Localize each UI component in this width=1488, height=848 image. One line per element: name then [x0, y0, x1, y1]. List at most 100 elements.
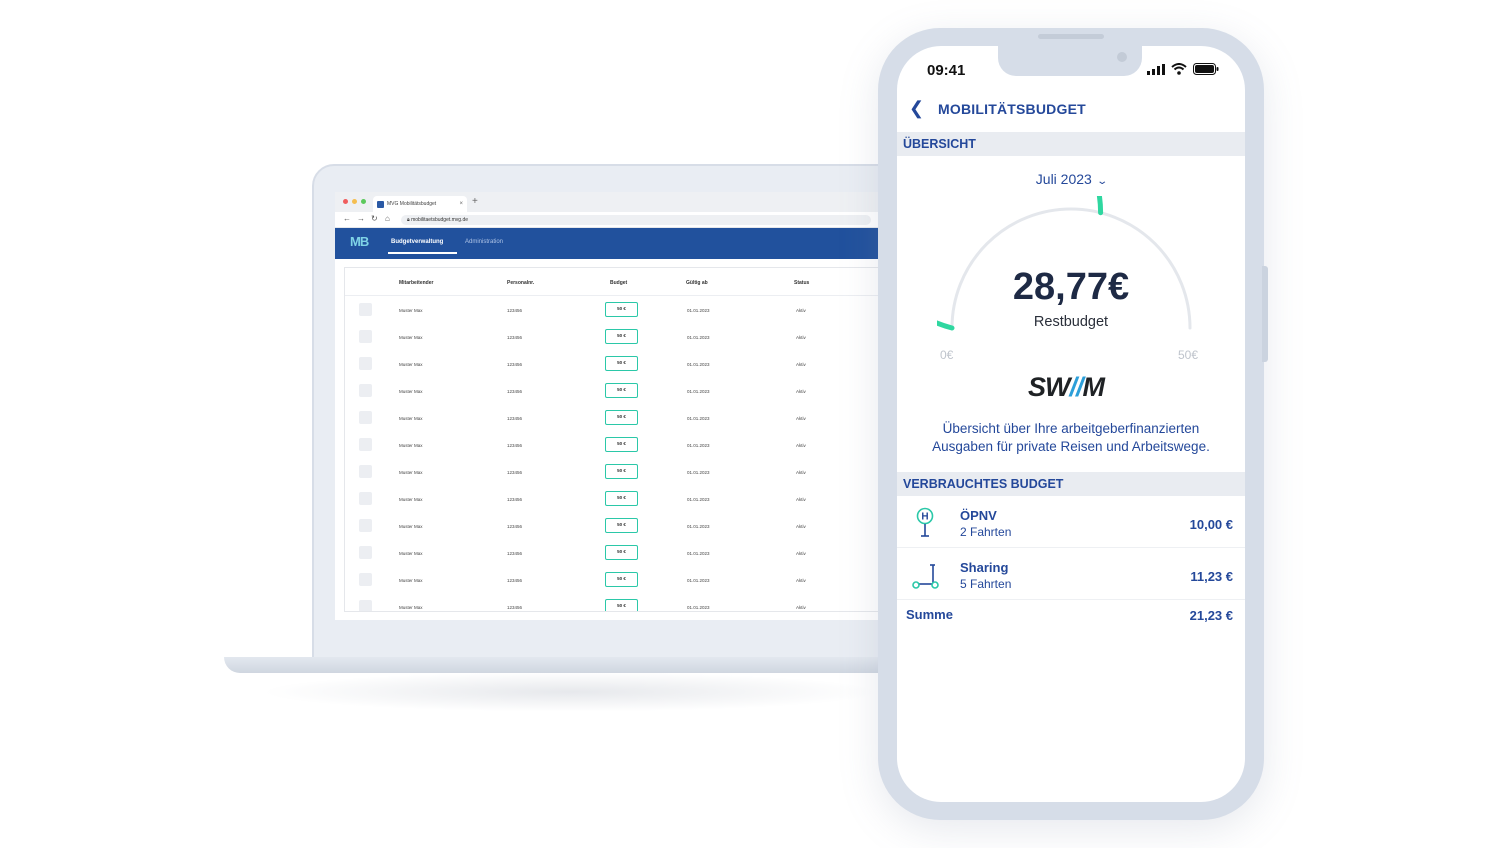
cell-gueltig-ab: 01.01.2023 [687, 389, 710, 394]
cell-personalnr: 123456 [507, 497, 523, 502]
home-icon[interactable]: ⌂ [385, 214, 390, 223]
new-tab-button[interactable]: + [472, 196, 478, 207]
budget-badge[interactable]: 50 € [605, 302, 638, 317]
budget-badge[interactable]: 50 € [605, 356, 638, 371]
cell-gueltig-ab: 01.01.2023 [687, 335, 710, 340]
budget-badge[interactable]: 50 € [605, 572, 638, 587]
row-checkbox[interactable] [359, 600, 372, 611]
cell-personalnr: 123456 [507, 335, 523, 340]
mb-logo: MB [350, 234, 369, 249]
tab-budgetverwaltung[interactable]: Budgetverwaltung [391, 239, 443, 245]
lock-icon: 🔒︎ [407, 217, 410, 223]
cell-personalnr: 123456 [507, 362, 523, 367]
row-checkbox[interactable] [359, 411, 372, 424]
budget-badge[interactable]: 50 € [605, 518, 638, 533]
app-header: MB Budgetverwaltung Administration [335, 228, 880, 259]
cell-personalnr: 123456 [507, 308, 523, 313]
phone-side-button [1262, 266, 1268, 362]
phone-speaker [1038, 34, 1104, 39]
reload-icon[interactable]: ↻ [371, 214, 378, 223]
remaining-budget-label: Restbudget [1033, 314, 1109, 330]
tab-administration[interactable]: Administration [465, 239, 503, 245]
spent-budget-heading: VERBRAUCHTES BUDGET [897, 472, 1245, 496]
budget-badge[interactable]: 50 € [605, 437, 638, 452]
table-row[interactable]: Muster Max 123456 01.01.2023 Aktiv 50 € [345, 323, 879, 350]
list-item-sharing[interactable]: Sharing 5 Fahrten 11,23 € [897, 548, 1245, 600]
table-row[interactable]: Muster Max 123456 01.01.2023 Aktiv 50 € [345, 458, 879, 485]
cell-personalnr: 123456 [507, 470, 523, 475]
back-arrow-icon[interactable]: ← [343, 214, 351, 223]
table-row[interactable]: Muster Max 123456 01.01.2023 Aktiv 50 € [345, 431, 879, 458]
cell-mitarbeitender: Muster Max [399, 551, 423, 556]
item-trips: 5 Fahrten [960, 577, 1012, 591]
column-header-gueltig-ab[interactable]: Gültig ab [686, 280, 708, 286]
item-trips: 2 Fahrten [960, 525, 1012, 539]
cell-status: Aktiv [796, 605, 806, 610]
back-chevron-icon[interactable]: ❮ [909, 98, 924, 119]
swm-logo: SW//M [1028, 372, 1105, 403]
gauge-min-label: 0€ [940, 348, 954, 362]
budget-badge[interactable]: 50 € [605, 464, 638, 479]
status-icons [1147, 63, 1219, 75]
row-checkbox[interactable] [359, 573, 372, 586]
table-row[interactable]: Muster Max 123456 01.01.2023 Aktiv 50 € [345, 566, 879, 593]
window-close-dot[interactable] [343, 199, 348, 204]
row-checkbox[interactable] [359, 357, 372, 370]
budget-badge[interactable]: 50 € [605, 491, 638, 506]
table-row[interactable]: Muster Max 123456 01.01.2023 Aktiv 50 € [345, 377, 879, 404]
table-row[interactable]: Muster Max 123456 01.01.2023 Aktiv 50 € [345, 350, 879, 377]
overview-description: Übersicht über Ihre arbeitgeberfinanzier… [932, 421, 1210, 454]
phone-screen: 09:41 ❮ MOBILITÄTSBUDGET ÜBERSICHT Juli … [897, 46, 1245, 802]
cell-mitarbeitender: Muster Max [399, 524, 423, 529]
column-header-mitarbeitender[interactable]: Mitarbeitender [399, 280, 433, 286]
table-row[interactable]: Muster Max 123456 01.01.2023 Aktiv 50 € [345, 539, 879, 566]
browser-tab[interactable]: MVG Mobilitätsbudget × [373, 196, 467, 212]
row-checkbox[interactable] [359, 384, 372, 397]
cell-gueltig-ab: 01.01.2023 [687, 443, 710, 448]
month-selector[interactable]: Juli 2023 ⌄ [897, 171, 1245, 187]
browser-tab-title: MVG Mobilitätsbudget [387, 201, 437, 207]
row-checkbox[interactable] [359, 546, 372, 559]
sum-amount: 21,23 € [1189, 608, 1233, 623]
column-header-budget[interactable]: Budget [610, 280, 627, 286]
row-checkbox[interactable] [359, 465, 372, 478]
column-header-personalnr[interactable]: Personalnr. [507, 280, 534, 286]
budget-badge[interactable]: 50 € [605, 383, 638, 398]
table-row[interactable]: Muster Max 123456 01.01.2023 Aktiv 50 € [345, 296, 879, 323]
forward-arrow-icon[interactable]: → [357, 214, 365, 223]
cell-gueltig-ab: 01.01.2023 [687, 578, 710, 583]
table-row[interactable]: Muster Max 123456 01.01.2023 Aktiv 50 € [345, 593, 879, 611]
budget-badge[interactable]: 50 € [605, 545, 638, 560]
cell-gueltig-ab: 01.01.2023 [687, 416, 710, 421]
cell-personalnr: 123456 [507, 389, 523, 394]
cell-status: Aktiv [796, 335, 806, 340]
window-maximize-dot[interactable] [361, 199, 366, 204]
row-checkbox[interactable] [359, 519, 372, 532]
cell-status: Aktiv [796, 416, 806, 421]
laptop-base [224, 657, 914, 673]
table-row[interactable]: Muster Max 123456 01.01.2023 Aktiv 50 € [345, 485, 879, 512]
cell-personalnr: 123456 [507, 416, 523, 421]
budget-badge[interactable]: 50 € [605, 410, 638, 425]
cell-status: Aktiv [796, 389, 806, 394]
row-checkbox[interactable] [359, 438, 372, 451]
item-name: ÖPNV [960, 508, 997, 523]
cell-mitarbeitender: Muster Max [399, 389, 423, 394]
budget-badge[interactable]: 50 € [605, 329, 638, 344]
table-row[interactable]: Muster Max 123456 01.01.2023 Aktiv 50 € [345, 512, 879, 539]
list-item-oepnv[interactable]: H ÖPNV 2 Fahrten 10,00 € [897, 496, 1245, 548]
cell-status: Aktiv [796, 470, 806, 475]
row-checkbox[interactable] [359, 303, 372, 316]
table-row[interactable]: Muster Max 123456 01.01.2023 Aktiv 50 € [345, 404, 879, 431]
cell-mitarbeitender: Muster Max [399, 308, 423, 313]
tab-close-icon[interactable]: × [459, 201, 463, 207]
row-checkbox[interactable] [359, 492, 372, 505]
column-header-status[interactable]: Status [794, 280, 809, 286]
row-checkbox[interactable] [359, 330, 372, 343]
budget-badge[interactable]: 50 € [605, 599, 638, 611]
laptop-shadow [260, 672, 880, 712]
window-minimize-dot[interactable] [352, 199, 357, 204]
bus-stop-icon: H [916, 507, 934, 537]
status-time: 09:41 [927, 62, 966, 79]
address-bar[interactable]: 🔒︎ mobilitaetsbudget.mvg.de [401, 215, 871, 225]
